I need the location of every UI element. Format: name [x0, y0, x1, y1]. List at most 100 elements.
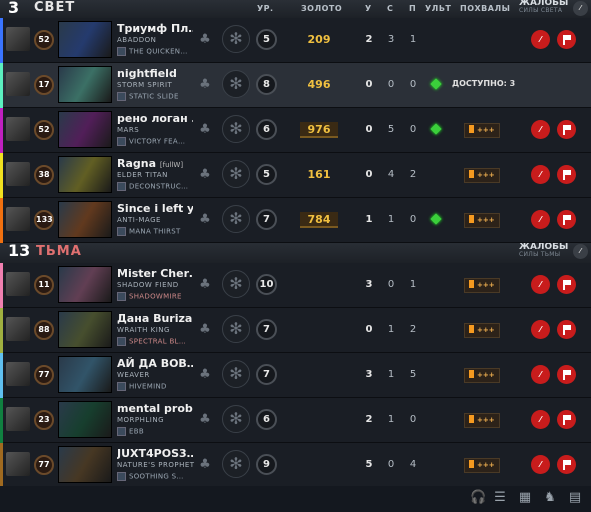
avatar[interactable]	[6, 272, 30, 296]
commend-button[interactable]: +++	[464, 168, 500, 183]
player-name: Триумф Пл…	[117, 22, 193, 35]
mute-player-button[interactable]: ⁄	[531, 455, 550, 474]
ult-ready-icon	[430, 78, 442, 90]
talent-tree-icon[interactable]: ✻	[222, 450, 250, 478]
player-row[interactable]: 88 Дана Buriza… WRAITH KING SPECTRAL BL……	[0, 308, 591, 353]
hero-portrait[interactable]	[58, 311, 112, 348]
col-deaths: С	[387, 4, 394, 13]
avatar[interactable]	[6, 407, 30, 431]
account-level-badge: 88	[34, 320, 54, 340]
mute-player-button[interactable]: ⁄	[531, 30, 550, 49]
talent-tree-icon[interactable]: ✻	[222, 160, 250, 188]
avatar[interactable]	[6, 317, 30, 341]
commend-button[interactable]: +++	[464, 123, 500, 138]
dire-mute-all-button[interactable]: ⁄	[573, 244, 588, 259]
radiant-mute-all-button[interactable]: ⁄	[573, 1, 588, 16]
commend-button[interactable]: +++	[464, 458, 500, 473]
hero-level: 10	[256, 274, 277, 295]
player-row[interactable]: 11 Mister Cher… SHADOW FIEND SHADOWMIRE …	[0, 263, 591, 308]
kills: 3	[365, 369, 373, 380]
headset-icon[interactable]: 🎧	[470, 490, 486, 506]
hero-portrait[interactable]	[58, 401, 112, 438]
player-name: АЙ ДА ВОВ…	[117, 357, 193, 370]
talent-tree-icon[interactable]: ✻	[222, 360, 250, 388]
talent-tree-icon[interactable]: ✻	[222, 115, 250, 143]
courier-icon[interactable]: ♞	[542, 490, 558, 506]
hero-level: 9	[256, 454, 277, 475]
commend-flag-icon	[469, 125, 474, 133]
item-name: HIVEMIND	[129, 382, 167, 391]
talent-tree-icon[interactable]: ✻	[222, 25, 250, 53]
commend-button[interactable]: +++	[464, 368, 500, 383]
report-flag-button[interactable]	[557, 120, 576, 139]
avatar[interactable]	[6, 362, 30, 386]
talent-tree-icon[interactable]: ✻	[222, 205, 250, 233]
mute-player-button[interactable]: ⁄	[531, 165, 550, 184]
player-row[interactable]: 77 АЙ ДА ВОВ… WEAVER HIVEMIND ♣ ✻ 7 3 1 …	[0, 353, 591, 398]
commend-flag-icon	[469, 370, 474, 378]
player-row[interactable]: 77 JUXT4POS3… NATURE'S PROPHET SOOTHING …	[0, 443, 591, 488]
commend-button[interactable]: +++	[464, 213, 500, 228]
gold-value: 209	[307, 33, 331, 46]
avatar[interactable]	[6, 27, 30, 51]
item-icon	[117, 182, 126, 191]
item-icon	[117, 137, 126, 146]
mute-player-button[interactable]: ⁄	[531, 210, 550, 229]
report-flag-button[interactable]	[557, 410, 576, 429]
player-row[interactable]: 17 nightfield STORM SPIRIT STATIC SLIDE …	[0, 63, 591, 108]
assists: 5	[409, 369, 417, 380]
commend-button[interactable]: +++	[464, 278, 500, 293]
talent-tree-icon[interactable]: ✻	[222, 315, 250, 343]
mute-player-button[interactable]: ⁄	[531, 120, 550, 139]
report-flag-button[interactable]	[557, 455, 576, 474]
report-flag-button[interactable]	[557, 165, 576, 184]
avatar[interactable]	[6, 452, 30, 476]
report-flag-button[interactable]	[557, 275, 576, 294]
player-row[interactable]: 52 Триумф Пл… ABADDON THE QUICKEN… ♣ ✻ 5…	[0, 18, 591, 63]
report-flag-button[interactable]	[557, 30, 576, 49]
radiant-reports-label: ЖАЛОБЫ СИЛЫ СВЕТА	[519, 0, 568, 14]
hero-portrait[interactable]	[58, 156, 112, 193]
commend-button[interactable]: +++	[464, 323, 500, 338]
commend-label: +++	[477, 371, 495, 379]
commend-button[interactable]: +++	[464, 413, 500, 428]
avatar[interactable]	[6, 72, 30, 96]
chat-log-icon[interactable]: ☰	[492, 490, 508, 506]
report-flag-button[interactable]	[557, 320, 576, 339]
item-name: SPECTRAL BL…	[129, 337, 187, 346]
hero-portrait[interactable]	[58, 356, 112, 393]
slot-color-bar	[0, 108, 3, 153]
avatar[interactable]	[6, 162, 30, 186]
item-name: STATIC SLIDE	[129, 92, 179, 101]
player-name: Дана Buriza…	[117, 312, 193, 325]
gold-value: 161	[307, 168, 331, 181]
mute-player-button[interactable]: ⁄	[531, 320, 550, 339]
mute-player-button[interactable]: ⁄	[531, 410, 550, 429]
report-flag-button[interactable]	[557, 365, 576, 384]
hero-portrait[interactable]	[58, 66, 112, 103]
talent-tree-icon[interactable]: ✻	[222, 70, 250, 98]
hero-portrait[interactable]	[58, 446, 112, 483]
player-row[interactable]: 133 Since i left y… ANTI-MAGE MANA THIRS…	[0, 198, 591, 243]
talent-tree-icon[interactable]: ✻	[222, 405, 250, 433]
hero-portrait[interactable]	[58, 201, 112, 238]
hero-portrait[interactable]	[58, 111, 112, 148]
commend-label: +++	[477, 461, 495, 469]
hero-portrait[interactable]	[58, 266, 112, 303]
talent-icon: ♣	[199, 277, 211, 292]
player-row[interactable]: 23 mental prob… MORPHLING EBB ♣ ✻ 6 2 1 …	[0, 398, 591, 443]
mute-player-button[interactable]: ⁄	[531, 365, 550, 384]
mute-player-button[interactable]: ⁄	[531, 275, 550, 294]
avatar[interactable]	[6, 207, 30, 231]
report-flag-button[interactable]	[557, 210, 576, 229]
deaths: 3	[387, 34, 395, 45]
kills: 2	[365, 34, 373, 45]
player-row[interactable]: 38 Ragna [fullW] ELDER TITAN DECONSTRUC……	[0, 153, 591, 198]
talent-tree-icon[interactable]: ✻	[222, 270, 250, 298]
hero-portrait[interactable]	[58, 21, 112, 58]
slot-color-bar	[0, 198, 3, 243]
stats-icon[interactable]: ▦	[517, 490, 533, 506]
avatar[interactable]	[6, 117, 30, 141]
settings-icon[interactable]: ▤	[567, 490, 583, 506]
player-row[interactable]: 52 рено логан … MARS VICTORY FEA… ♣ ✻ 6 …	[0, 108, 591, 153]
